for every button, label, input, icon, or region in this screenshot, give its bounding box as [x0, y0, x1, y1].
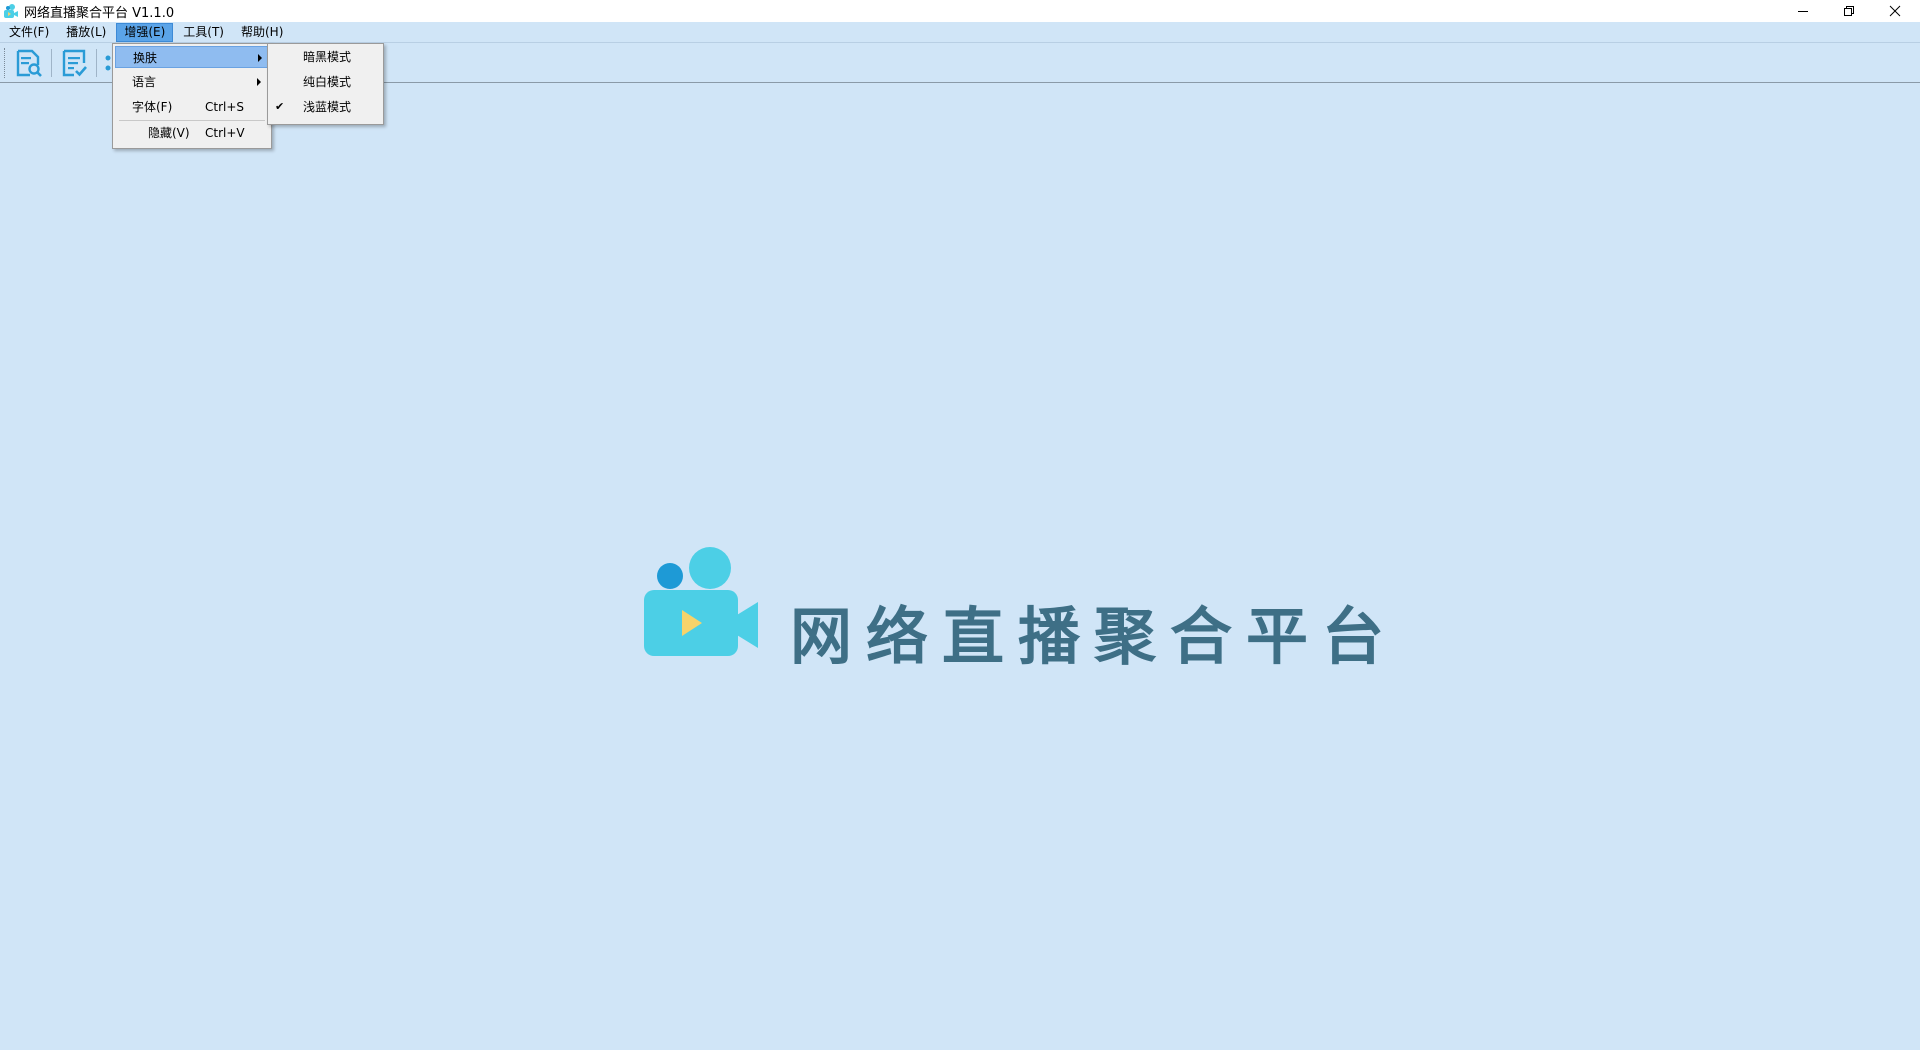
toolbar-grip[interactable] — [4, 48, 7, 78]
partial-icon — [105, 55, 111, 71]
restore-icon — [1844, 6, 1854, 16]
submenu-arrow-icon — [257, 78, 261, 86]
toolbar-separator — [51, 49, 52, 77]
video-camera-icon — [644, 547, 758, 656]
menu-item-font-shortcut: Ctrl+S — [205, 100, 245, 114]
submenu-arrow-icon — [258, 54, 262, 62]
logo-text: 网络直播聚合平台 — [790, 600, 1399, 673]
menu-item-font[interactable]: 字体(F) Ctrl+S — [115, 96, 269, 118]
checklist-icon — [62, 49, 87, 77]
skin-option-dark-label: 暗黑模式 — [303, 50, 352, 64]
skin-submenu: 暗黑模式 纯白模式 ✔ 浅蓝模式 — [267, 43, 384, 125]
enhance-dropdown-menu: 换肤 语言 字体(F) Ctrl+S 隐藏(V) Ctrl+V — [112, 43, 272, 149]
menu-item-font-label: 字体(F) — [132, 100, 173, 114]
toolbar-search-button[interactable] — [12, 47, 46, 79]
skin-option-white[interactable]: 纯白模式 — [270, 71, 381, 93]
menu-bar: 文件(F) 播放(L) 增强(E) 工具(T) 帮助(H) — [0, 22, 1920, 42]
menu-file[interactable]: 文件(F) — [2, 23, 56, 42]
skin-option-dark[interactable]: 暗黑模式 — [270, 46, 381, 68]
menu-tools[interactable]: 工具(T) — [176, 23, 231, 42]
minimize-button[interactable] — [1780, 0, 1826, 22]
search-document-icon — [16, 49, 42, 77]
menu-item-hide-shortcut: Ctrl+V — [205, 126, 245, 140]
checkmark-icon: ✔ — [275, 100, 285, 113]
skin-option-light-blue[interactable]: ✔ 浅蓝模式 — [270, 96, 381, 118]
menu-item-skin[interactable]: 换肤 — [115, 46, 269, 68]
close-button[interactable] — [1872, 0, 1918, 22]
menu-play[interactable]: 播放(L) — [59, 23, 113, 42]
app-logo-icon — [3, 3, 19, 19]
menu-item-language-label: 语言 — [132, 75, 157, 89]
menu-separator — [119, 120, 265, 121]
skin-option-white-label: 纯白模式 — [303, 75, 352, 89]
toolbar-checklist-button[interactable] — [57, 47, 91, 79]
menu-enhance[interactable]: 增强(E) — [116, 22, 174, 42]
toolbar-separator — [96, 49, 97, 77]
menu-help[interactable]: 帮助(H) — [234, 23, 290, 42]
close-icon — [1889, 5, 1901, 17]
restore-button[interactable] — [1826, 0, 1872, 22]
title-bar: 网络直播聚合平台 V1.1.0 — [0, 0, 1920, 22]
minimize-icon — [1798, 11, 1808, 12]
toolbar-button-partial[interactable] — [102, 47, 112, 79]
menu-item-skin-label: 换肤 — [133, 51, 158, 65]
skin-option-light-blue-label: 浅蓝模式 — [303, 100, 352, 114]
center-logo: 网络直播聚合平台 — [644, 546, 1384, 673]
menu-item-hide[interactable]: 隐藏(V) Ctrl+V — [115, 122, 269, 144]
window-title: 网络直播聚合平台 V1.1.0 — [24, 5, 175, 21]
menu-item-hide-label: 隐藏(V) — [148, 126, 190, 140]
menu-item-language[interactable]: 语言 — [115, 71, 269, 93]
